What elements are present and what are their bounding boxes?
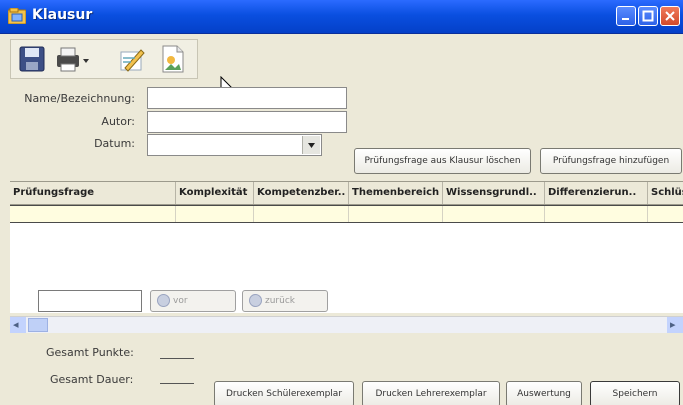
table-cell[interactable] <box>349 206 443 222</box>
maximize-icon <box>642 10 654 22</box>
add-question-button[interactable]: Prüfungsfrage hinzufügen <box>540 148 682 174</box>
toolbar <box>10 39 198 79</box>
arrow-back-icon <box>249 294 262 307</box>
evaluation-button[interactable]: Auswertung <box>506 381 582 405</box>
forward-button[interactable]: vor <box>150 290 236 312</box>
table-cell[interactable] <box>545 206 648 222</box>
table-cell[interactable] <box>254 206 349 222</box>
name-field[interactable] <box>147 87 347 109</box>
table-row[interactable] <box>10 205 683 223</box>
print-teacher-copy-button[interactable]: Drucken Lehrerexemplar <box>362 381 500 405</box>
column-header-question[interactable]: Prüfungsfrage <box>10 182 176 204</box>
chevron-left-icon: ◂ <box>13 318 19 331</box>
table-cell[interactable] <box>176 206 254 222</box>
navigation-input[interactable] <box>38 290 142 312</box>
print-student-copy-button[interactable]: Drucken Schülerexemplar <box>214 381 354 405</box>
maximize-button[interactable] <box>638 6 658 26</box>
author-label: Autor: <box>101 115 135 128</box>
table-cell[interactable] <box>443 206 545 222</box>
column-header-key[interactable]: Schlüs <box>648 182 683 204</box>
back-label: zurück <box>265 296 295 306</box>
total-points-label: Gesamt Punkte: <box>46 346 134 359</box>
save-icon[interactable] <box>17 44 47 74</box>
scroll-right-button[interactable]: ▸ <box>667 317 683 333</box>
forward-label: vor <box>173 296 188 306</box>
column-header-complexity[interactable]: Komplexität <box>176 182 254 204</box>
column-header-knowledge[interactable]: Wissensgrundl.. <box>443 182 545 204</box>
chevron-right-icon: ▸ <box>670 318 676 331</box>
total-duration-value <box>160 383 194 384</box>
minimize-button[interactable] <box>616 6 636 26</box>
total-duration-label: Gesamt Dauer: <box>50 373 134 386</box>
print-icon[interactable] <box>53 44 91 74</box>
klausur-window: Klausur Name/Bezeichnung: Autor: Datum: … <box>0 0 683 405</box>
scroll-left-button[interactable]: ◂ <box>10 317 26 333</box>
title-bar[interactable]: Klausur <box>0 0 683 34</box>
minimize-icon <box>622 18 629 20</box>
table-cell[interactable] <box>10 206 176 222</box>
table-header: Prüfungsfrage Komplexität Kompetenzber..… <box>10 182 683 205</box>
edit-icon[interactable] <box>117 44 147 74</box>
name-label: Name/Bezeichnung: <box>24 92 135 105</box>
total-points-value <box>160 358 194 359</box>
app-icon <box>8 8 26 24</box>
column-header-competence[interactable]: Kompetenzber.. <box>254 182 349 204</box>
window-title: Klausur <box>32 7 93 23</box>
horizontal-scrollbar[interactable]: ◂ ▸ <box>10 316 683 333</box>
save-button[interactable]: Speichern <box>590 381 680 405</box>
date-dropdown-button[interactable] <box>302 136 320 154</box>
arrow-forward-icon <box>157 294 170 307</box>
column-header-topic[interactable]: Themenbereich <box>349 182 443 204</box>
delete-question-button[interactable]: Prüfungsfrage aus Klausur löschen <box>354 148 531 174</box>
author-field[interactable] <box>147 111 347 133</box>
column-header-differentiation[interactable]: Differenzierun.. <box>545 182 648 204</box>
back-button[interactable]: zurück <box>242 290 328 312</box>
date-combobox[interactable] <box>147 134 322 156</box>
close-button[interactable] <box>660 6 680 26</box>
close-icon <box>665 11 675 21</box>
date-label: Datum: <box>94 137 135 150</box>
scroll-thumb[interactable] <box>28 318 48 332</box>
chevron-down-icon <box>308 143 315 148</box>
image-document-icon[interactable] <box>157 44 187 74</box>
